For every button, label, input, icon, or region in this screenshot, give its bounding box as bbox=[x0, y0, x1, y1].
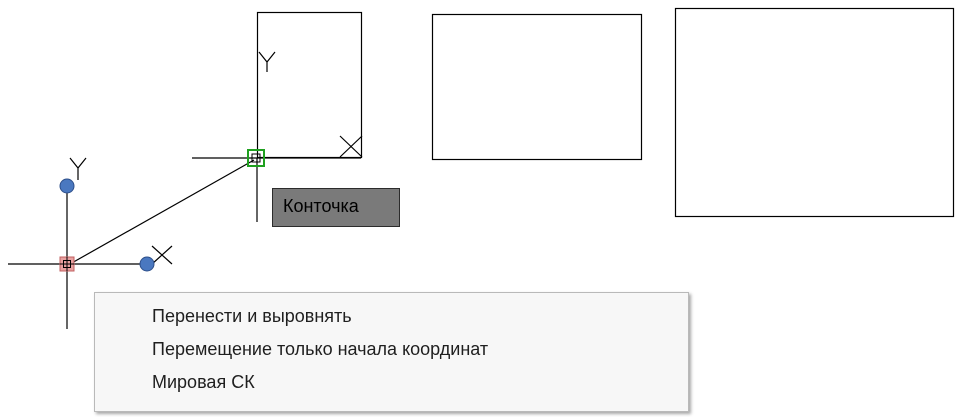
ucs-y-axis-grip-icon[interactable] bbox=[59, 178, 75, 194]
menu-item-world-ucs[interactable]: Мировая СК bbox=[95, 366, 688, 399]
rectangle-1[interactable] bbox=[256, 11, 363, 159]
rectangle-2[interactable] bbox=[431, 13, 643, 161]
menu-item-move-and-align[interactable]: Перенести и выровнять bbox=[95, 300, 688, 333]
snap-tooltip: Конточка bbox=[272, 188, 400, 227]
ucs-x-axis-grip-icon[interactable] bbox=[139, 256, 155, 272]
rectangle-3[interactable] bbox=[674, 7, 955, 218]
context-menu: Перенести и выровнять Перемещение только… bbox=[94, 292, 689, 412]
rubber-band-line bbox=[69, 159, 255, 265]
ucs-origin-grip-icon[interactable] bbox=[59, 256, 75, 272]
menu-item-move-origin-only[interactable]: Перемещение только начала координат bbox=[95, 333, 688, 366]
